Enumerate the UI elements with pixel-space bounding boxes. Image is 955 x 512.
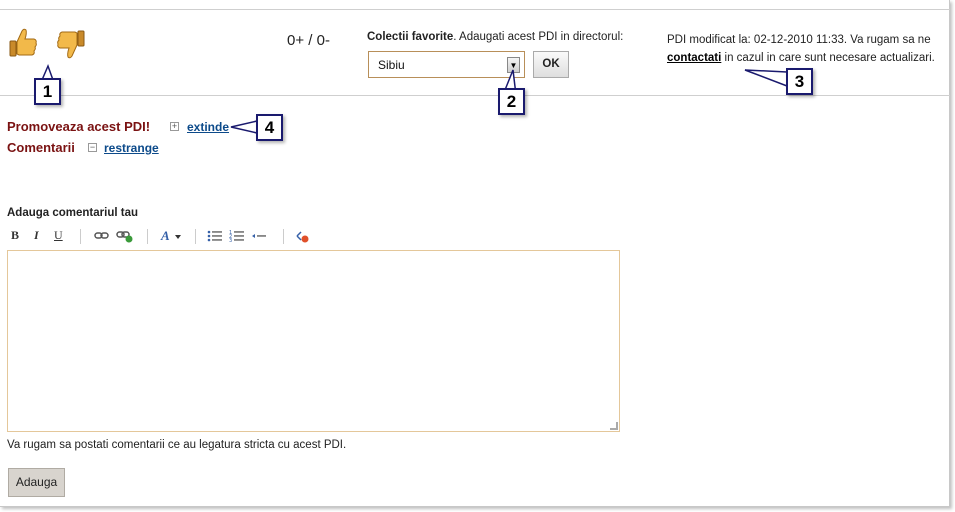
callout-2: 2: [498, 88, 525, 115]
callout-3: 3: [786, 68, 813, 95]
callout-1: 1: [34, 78, 61, 105]
callout-4: 4: [256, 114, 283, 141]
